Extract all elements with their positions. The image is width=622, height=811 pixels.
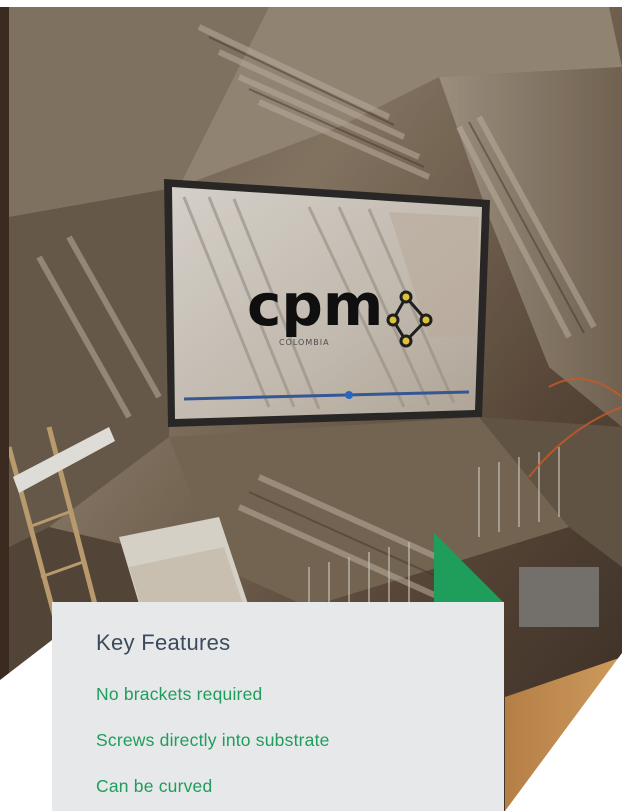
key-features-list: No brackets required Screws directly int… — [96, 684, 330, 811]
green-accent-tab — [434, 533, 504, 603]
corner-cut-right — [505, 653, 622, 811]
corner-cut-left — [0, 640, 52, 811]
key-features-title: Key Features — [96, 630, 231, 655]
key-features-card: Key Features No brackets required Screws… — [52, 602, 504, 811]
feature-item: No brackets required — [96, 684, 263, 704]
page: cpm COLOMBIA Key Features No brackets re… — [0, 0, 622, 811]
feature-item: Screws directly into substrate — [96, 730, 330, 750]
feature-item: Can be curved — [96, 776, 213, 796]
